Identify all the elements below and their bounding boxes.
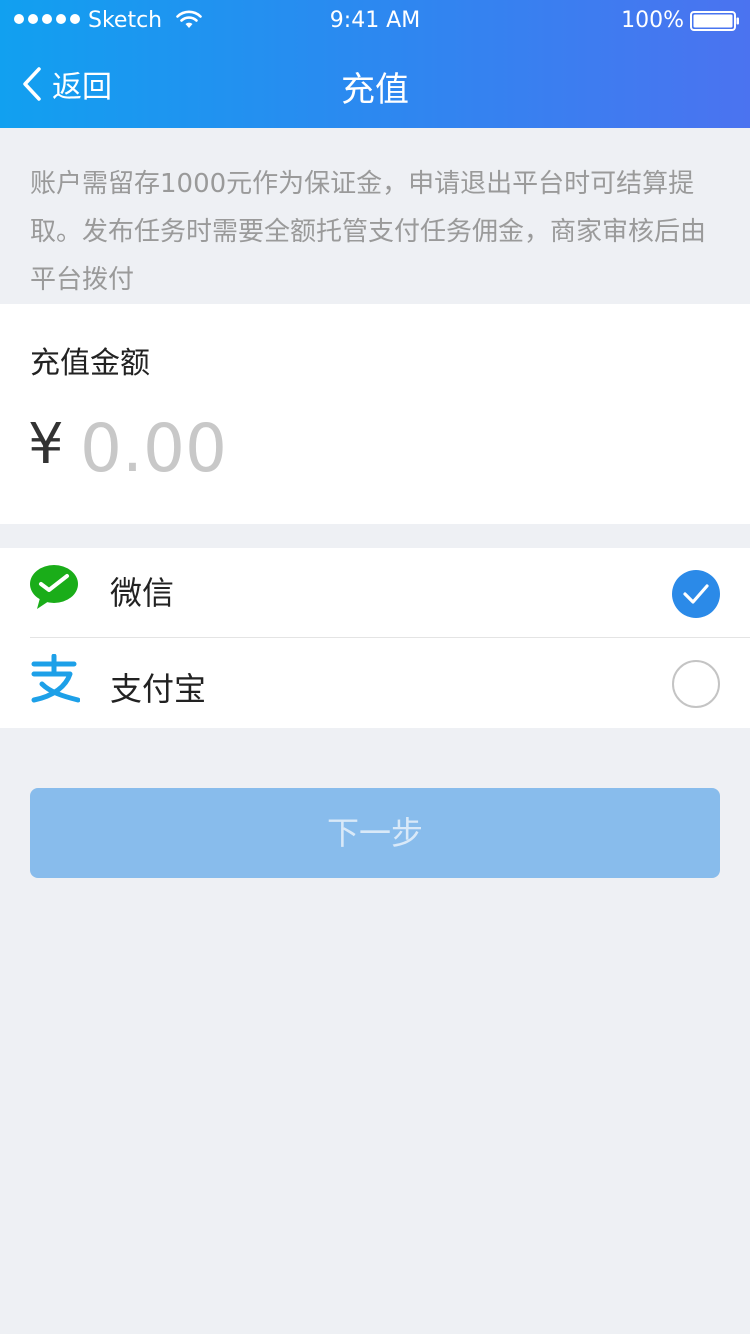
amount-input[interactable] [80, 408, 700, 488]
payment-label-wechat: 微信 [110, 574, 175, 612]
status-bar: Sketch 9:41 AM 100% [0, 0, 750, 44]
payment-method-list: 微信 支付宝 [0, 548, 750, 728]
radio-unchecked-icon[interactable] [672, 660, 720, 708]
page-title: 充值 [341, 70, 409, 110]
deposit-notice: 账户需留存1000元作为保证金，申请退出平台时可结算提取。发布任务时需要全额托管… [30, 169, 707, 295]
wechat-icon [30, 565, 78, 609]
alipay-icon [31, 654, 80, 703]
currency-symbol: ¥ [28, 412, 64, 477]
amount-label: 充值金额 [30, 346, 150, 381]
payment-label-alipay: 支付宝 [110, 670, 207, 708]
battery-percentage: 100% [621, 8, 684, 33]
next-step-button[interactable]: 下一步 [30, 788, 720, 878]
navigation-bar: 返回 充值 [0, 44, 750, 128]
header: Sketch 9:41 AM 100% 返回 充值 [0, 0, 750, 128]
payment-option-wechat[interactable]: 微信 [0, 548, 750, 638]
check-circle-icon[interactable] [672, 570, 720, 618]
battery-icon [690, 11, 739, 31]
payment-option-alipay[interactable]: 支付宝 [0, 638, 750, 728]
amount-card: 充值金额 ¥ [0, 304, 750, 524]
